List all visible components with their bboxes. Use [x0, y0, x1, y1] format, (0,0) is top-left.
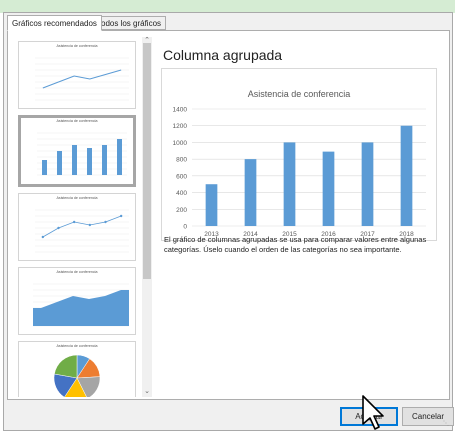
chart-thumbnail-list: Asistencia de conferencia Asistencia de …: [12, 37, 142, 397]
thumbnail-marker: [88, 223, 92, 227]
thumbnail-bar: [57, 151, 62, 175]
thumbnail-pie-chart[interactable]: Asistencia de conferencia: [18, 341, 136, 397]
insert-chart-dialog: Gráficos recomendados Todos los gráficos…: [3, 12, 454, 431]
mouse-pointer-icon: [362, 395, 384, 430]
bar: [400, 125, 413, 226]
chart-type-heading: Columna agrupada: [163, 47, 283, 63]
y-tick-label: 600: [176, 173, 187, 180]
thumbnail-line-chart[interactable]: Asistencia de conferencia: [18, 41, 136, 109]
bar: [244, 159, 257, 226]
y-tick-label: 1400: [173, 107, 188, 114]
thumbnail-marker: [57, 226, 60, 230]
tab-panel: Asistencia de conferencia Asistencia de …: [7, 30, 450, 400]
chart-preview-svg: Asistencia de conferencia 0 200 400 600 800 10…: [173, 89, 426, 238]
y-tick-label: 1000: [173, 140, 188, 147]
thumbnail-marker: [72, 220, 76, 224]
thumbnail-pie-preview: [53, 354, 101, 397]
thumbnail-marker: [41, 235, 45, 239]
tab-recommended-charts[interactable]: Gráficos recomendados: [7, 15, 102, 31]
thumbnail-bar: [87, 148, 92, 175]
resize-grip-icon[interactable]: ⋱: [443, 420, 449, 427]
thumbnail-marker: [104, 220, 107, 224]
scroll-down-icon[interactable]: ⌄: [142, 388, 152, 396]
thumbnail-area-chart[interactable]: Asistencia de conferencia: [18, 267, 136, 335]
thumbnail-bar: [117, 139, 122, 175]
scrollbar-thumb[interactable]: [143, 43, 151, 279]
thumbnail-line-series: [42, 69, 122, 89]
thumbnail-line-markers-chart[interactable]: Asistencia de conferencia: [18, 193, 136, 261]
thumbnail-line-preview: [35, 57, 129, 101]
thumbnail-bar: [42, 160, 47, 175]
thumbnail-column-preview: [37, 132, 127, 176]
y-tick-label: 800: [176, 157, 187, 164]
y-tick-label: 0: [183, 224, 187, 231]
thumbnail-scrollbar[interactable]: ⌃ ⌄: [142, 37, 152, 397]
y-tick-label: 400: [176, 190, 187, 197]
thumbnail-area-series: [33, 290, 129, 326]
thumbnail-clustered-column-chart[interactable]: Asistencia de conferencia: [18, 115, 136, 187]
bar: [205, 184, 218, 226]
bar: [283, 142, 296, 226]
chart-title: Asistencia de conferencia: [248, 89, 351, 99]
chart-preview: Asistencia de conferencia 0 200 400 600 800 10…: [161, 68, 437, 241]
thumbnail-area-preview: [33, 283, 129, 327]
thumbnail-bar: [102, 145, 107, 175]
thumbnail-pie-slice: [54, 354, 78, 379]
y-tick-label: 200: [176, 207, 187, 214]
bar: [361, 142, 374, 226]
tab-all-charts[interactable]: Todos los gráficos: [92, 16, 167, 30]
y-tick-label: 1200: [173, 123, 188, 130]
bar: [322, 151, 335, 226]
chart-description: El gráfico de columnas agrupadas se usa …: [164, 235, 427, 254]
thumbnail-line-markers-preview: [35, 209, 129, 253]
thumbnail-marker: [119, 214, 123, 218]
thumbnail-bar: [72, 145, 77, 175]
